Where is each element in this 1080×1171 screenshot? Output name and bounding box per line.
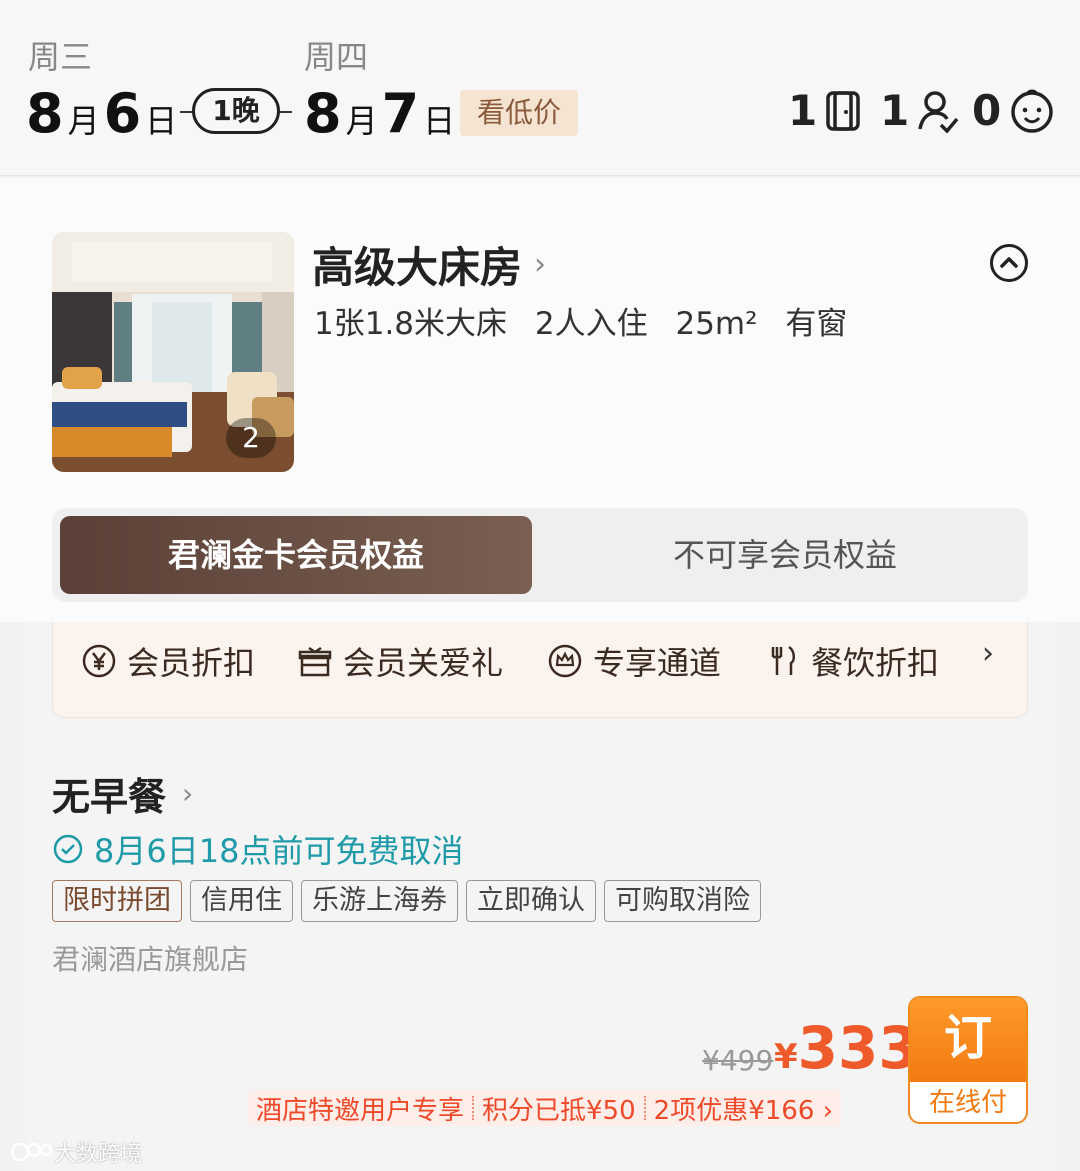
benefit-priority: 专享通道 [547, 638, 721, 684]
benefit-dining: 餐饮折扣 [765, 638, 939, 684]
children-count[interactable]: 0 [972, 86, 1055, 135]
benefit-gift: 会员关爱礼 [297, 638, 503, 684]
promo-invited: 酒店特邀用户专享 [256, 1095, 465, 1126]
checkin-day-unit: 日 [145, 102, 178, 140]
adult-person-icon [918, 90, 959, 133]
room-spec-guests: 2人入住 [534, 306, 648, 342]
tab-gold-member[interactable]: 君澜金卡会员权益 [60, 516, 532, 594]
checkin-weekday: 周三 [28, 38, 93, 76]
meal-plan-title[interactable]: 无早餐 › [52, 766, 193, 821]
room-photo[interactable]: 2 [52, 232, 294, 472]
chevron-right-icon: › [182, 777, 194, 810]
room-spec-bed: 1张1.8米大床 [314, 306, 508, 342]
rate-tags: 限时拼团 信用住 乐游上海券 立即确认 可购取消险 [52, 880, 769, 922]
room-title-text: 高级大床房 [312, 243, 523, 292]
benefit-gift-label: 会员关爱礼 [343, 644, 504, 682]
tag-cancel-insurance: 可购取消险 [604, 880, 761, 922]
low-price-button[interactable]: 看低价 [460, 90, 578, 136]
benefit-discount-label: 会员折扣 [127, 644, 256, 682]
chevron-up-icon [1000, 257, 1018, 268]
photo-count-badge: 2 [226, 418, 276, 458]
checkout-weekday: 周四 [304, 38, 369, 76]
price-currency: ¥ [774, 1037, 798, 1077]
checkout-day-unit: 日 [423, 102, 456, 140]
watermark: 大数跨境 [10, 1136, 142, 1168]
date-header: 周三 周四 8 月 6 日 1晚 8 月 7 日 看低价 1 1 0 [0, 0, 1080, 176]
crown-circle-icon [548, 644, 582, 678]
benefits-more-chevron-icon[interactable]: › [982, 636, 994, 671]
promo-divider [472, 1096, 475, 1120]
room-specs: 1张1.8米大床 2人入住 25m² 有窗 [314, 298, 865, 343]
meal-plan-text: 无早餐 [52, 775, 167, 819]
book-label: 订 [910, 998, 1026, 1082]
collapse-chevron-up-icon[interactable] [990, 244, 1028, 282]
tag-group-buy: 限时拼团 [52, 880, 182, 922]
checkout-day: 7 [381, 82, 420, 145]
rooms-number: 1 [788, 86, 818, 135]
checkin-date[interactable]: 8 月 6 日 [26, 82, 181, 145]
checkin-day: 6 [103, 82, 142, 145]
store-name: 君澜酒店旗舰店 [52, 943, 249, 976]
member-benefits-bar[interactable]: 会员折扣 会员关爱礼 专享通道 餐饮折扣 [52, 622, 1028, 718]
children-number: 0 [972, 86, 1002, 135]
child-face-icon [1011, 89, 1053, 133]
checkout-month-unit: 月 [345, 102, 378, 140]
watermark-text: 大数跨境 [54, 1142, 143, 1167]
book-button[interactable]: 订 在线付 [908, 996, 1028, 1124]
price-amount: 333 [797, 1014, 919, 1082]
nights-pill: 1晚 [192, 88, 280, 134]
nights-indicator: 1晚 [180, 88, 292, 136]
promo-divider [643, 1096, 646, 1120]
original-price: ¥499 [702, 1044, 774, 1077]
gift-icon [298, 646, 332, 677]
free-cancel-policy: 8月6日18点前可免费取消 [52, 826, 463, 872]
member-tabs: 君澜金卡会员权益 不可享会员权益 [52, 508, 1028, 602]
cancel-policy-text: 8月6日18点前可免费取消 [94, 832, 464, 870]
promo-strip[interactable]: 酒店特邀用户专享 积分已抵¥50 2项优惠¥166 › [248, 1090, 842, 1126]
cutlery-icon [771, 645, 795, 675]
room-spec-window: 有窗 [785, 306, 848, 342]
adults-number: 1 [880, 86, 910, 135]
room-spec-area: 25m² [675, 306, 758, 342]
current-price: ¥ 333 [774, 1014, 919, 1082]
door-icon [826, 90, 860, 131]
checkin-month-unit: 月 [67, 102, 100, 140]
tag-shanghai-voucher: 乐游上海券 [301, 880, 458, 922]
tag-credit-stay: 信用住 [190, 880, 293, 922]
checkout-date[interactable]: 8 月 7 日 [304, 82, 459, 145]
promo-points: 积分已抵¥50 [482, 1095, 636, 1126]
tab-no-member[interactable]: 不可享会员权益 [552, 516, 1018, 594]
rooms-count[interactable]: 1 [788, 86, 861, 135]
tag-instant-confirm: 立即确认 [466, 880, 596, 922]
watermark-logo-icon [10, 1142, 53, 1162]
adults-count[interactable]: 1 [880, 86, 959, 135]
benefit-dining-label: 餐饮折扣 [811, 644, 940, 682]
promo-discounts: 2项优惠¥166 › [653, 1095, 834, 1126]
yen-circle-icon [82, 644, 116, 678]
pay-online-label: 在线付 [928, 1088, 1007, 1118]
checkin-month: 8 [26, 82, 64, 145]
check-circle-icon [53, 834, 83, 864]
benefit-priority-label: 专享通道 [593, 644, 722, 682]
benefit-discount: 会员折扣 [81, 638, 255, 684]
room-title[interactable]: 高级大床房 › [312, 234, 546, 295]
checkout-month: 8 [304, 82, 342, 145]
chevron-right-icon: › [534, 247, 547, 282]
